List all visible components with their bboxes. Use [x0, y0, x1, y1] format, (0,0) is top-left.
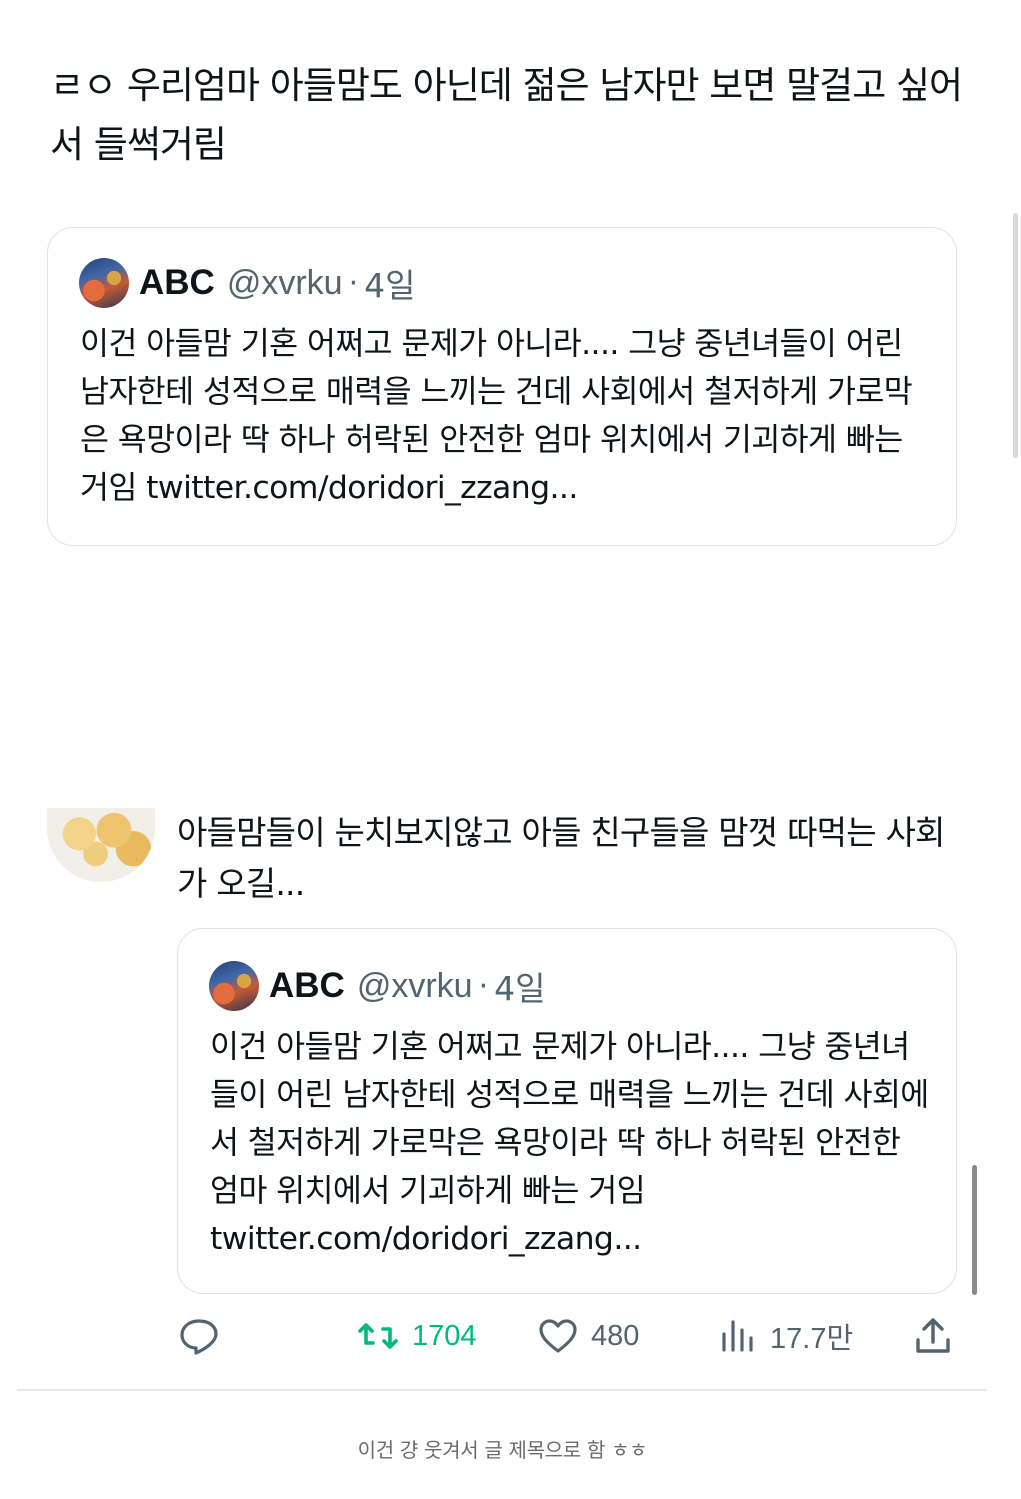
scrollbar-thumb[interactable] — [1013, 213, 1018, 458]
avatar[interactable] — [47, 808, 155, 882]
reply-icon — [178, 1316, 220, 1356]
reply-button[interactable] — [178, 1310, 220, 1362]
quoted-author-handle[interactable]: @xvrku — [227, 264, 343, 303]
quoted-tweet-text: 이건 아들맘 기혼 어쩌고 문제가 아니라.... 그냥 중년녀들이 어린 남자… — [210, 1029, 929, 1257]
quoted-tweet-text: 이건 아들맘 기혼 어쩌고 문제가 아니라.... 그냥 중년녀들이 어린 남자… — [80, 326, 913, 506]
caption-text: 이건 걍 웃겨서 글 제목으로 함 ㅎㅎ — [357, 1438, 648, 1462]
quoted-author-name[interactable]: ABC — [139, 263, 215, 303]
quoted-tweet-card[interactable]: ABC @xvrku · 4일 이건 아들맘 기혼 어쩌고 문제가 아니라...… — [177, 928, 957, 1294]
view-count: 17.7만 — [770, 1323, 854, 1355]
quoted-author-avatar[interactable] — [79, 258, 129, 308]
quoted-tweet-age: 4일 — [494, 969, 546, 1008]
quoted-tweet-header: ABC @xvrku · 4일 — [209, 961, 545, 1011]
views-icon — [718, 1316, 758, 1356]
like-button[interactable]: 480 — [537, 1310, 639, 1362]
tweet-action-bar: 1704 480 17.7만 — [0, 1310, 1021, 1362]
separator-dot: · — [478, 968, 489, 1004]
quoted-tweet-header: ABC @xvrku · 4일 — [79, 258, 415, 308]
quoted-author-name[interactable]: ABC — [269, 966, 345, 1006]
quoted-tweet-card[interactable]: ABC @xvrku · 4일 이건 아들맘 기혼 어쩌고 문제가 아니라...… — [47, 227, 957, 546]
like-count: 480 — [591, 1319, 640, 1352]
share-icon — [913, 1316, 953, 1356]
share-button[interactable] — [913, 1310, 953, 1362]
heart-icon — [537, 1316, 579, 1356]
divider — [17, 1389, 987, 1391]
views-button[interactable]: 17.7만 — [718, 1310, 853, 1362]
separator-dot: · — [348, 265, 359, 301]
retweet-count: 1704 — [412, 1319, 477, 1352]
quoted-author-handle[interactable]: @xvrku — [357, 967, 473, 1006]
tweet-text: 아들맘들이 눈치보지않고 아들 친구들을 맘껏 따먹는 사회가 오길... — [177, 813, 945, 903]
tweet-text: ㄹㅇ 우리엄마 아들맘도 아닌데 젊은 남자만 보면 말걸고 싶어서 들썩거림 — [50, 64, 963, 166]
retweet-icon — [356, 1316, 400, 1356]
scrollbar-thumb[interactable] — [972, 1165, 977, 1295]
quoted-author-avatar[interactable] — [209, 961, 259, 1011]
quoted-tweet-age: 4일 — [364, 266, 416, 305]
retweet-button[interactable]: 1704 — [356, 1310, 477, 1362]
